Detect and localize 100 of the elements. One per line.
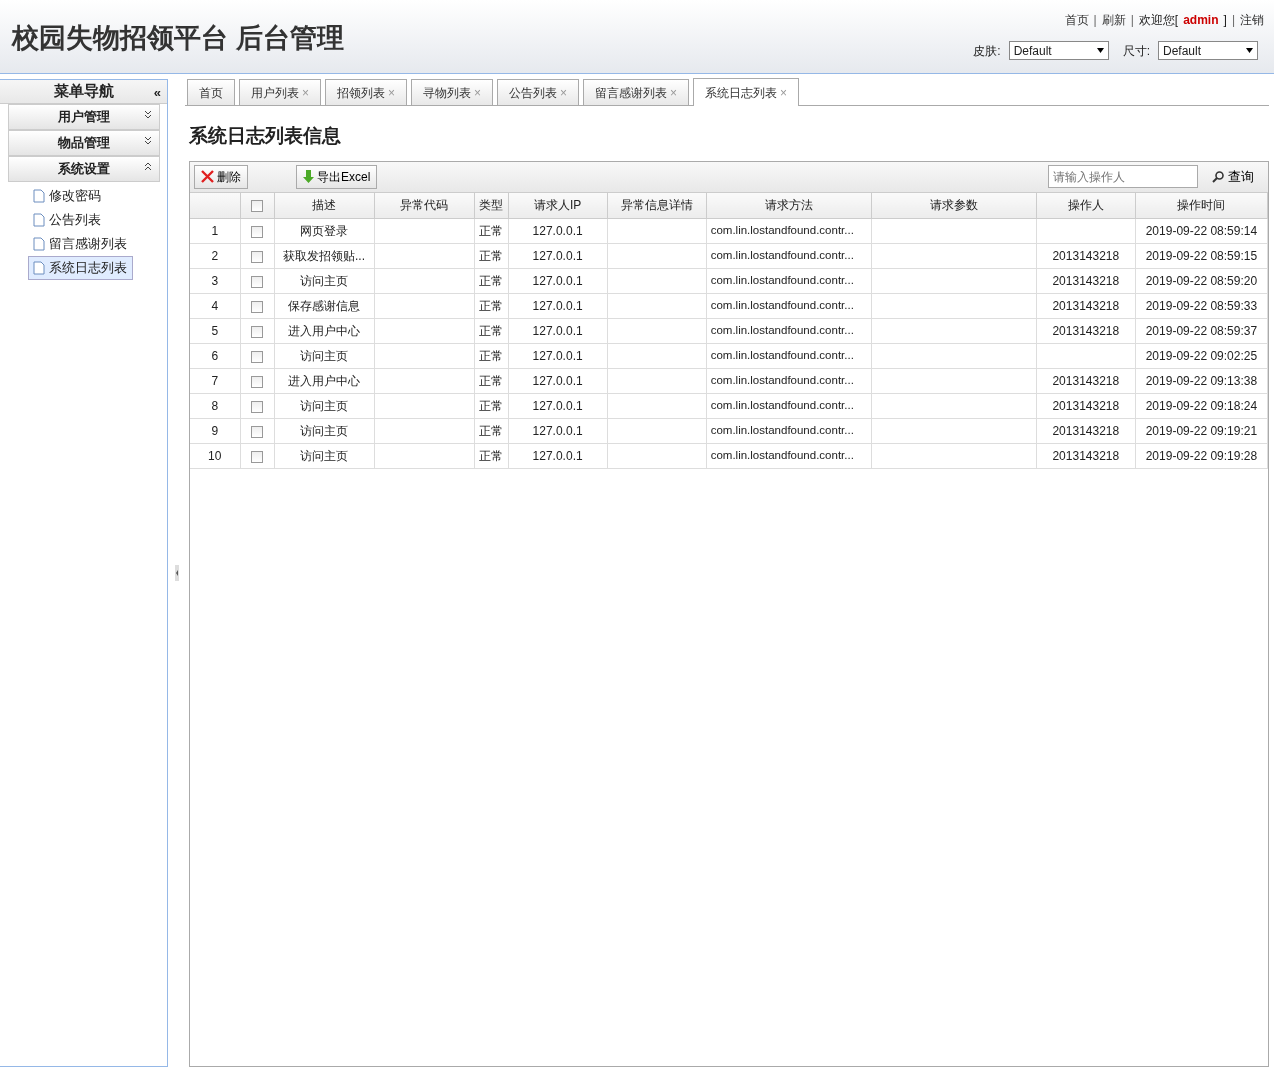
column-header[interactable]: 请求参数 — [871, 192, 1037, 219]
column-header[interactable]: 请求方法 — [706, 192, 872, 219]
table-cell: 2019-09-22 08:59:37 — [1135, 318, 1268, 344]
table-cell: 2019-09-22 09:19:28 — [1135, 443, 1268, 469]
table-cell: 正常 — [474, 218, 509, 244]
menu-group-header[interactable]: 物品管理 — [8, 130, 160, 156]
column-header[interactable]: 异常信息详情 — [607, 192, 707, 219]
tab[interactable]: 公告列表 × — [497, 79, 580, 105]
row-checkbox[interactable] — [251, 350, 263, 363]
separator-text: | — [1093, 12, 1097, 29]
table-cell: com.lin.lostandfound.contr... — [706, 318, 872, 344]
row-checkbox[interactable] — [251, 250, 263, 263]
header-link[interactable]: 首页 — [1064, 11, 1089, 29]
tab[interactable]: 系统日志列表 × — [693, 78, 800, 106]
tree-item[interactable]: 公告列表 — [28, 208, 107, 232]
table-cell: 正常 — [474, 293, 509, 319]
row-checkbox[interactable] — [251, 450, 263, 463]
table-cell: 2019-09-22 08:59:33 — [1135, 293, 1268, 319]
table-cell: 正常 — [474, 268, 509, 294]
table-cell: com.lin.lostandfound.contr... — [706, 368, 872, 394]
collapse-sidebar-button[interactable]: « — [153, 83, 161, 103]
dropdown-caret-icon — [1246, 48, 1253, 53]
chevron-down-icon — [144, 110, 152, 119]
header-link[interactable]: 注销 — [1240, 11, 1264, 29]
column-header[interactable]: 异常代码 — [374, 192, 475, 219]
table-cell: com.lin.lostandfound.contr... — [706, 218, 872, 244]
document-icon — [33, 213, 45, 227]
welcome-text: 欢迎您[ — [1138, 12, 1179, 29]
export-button[interactable]: 导出Excel — [296, 164, 378, 189]
table-cell: 2013143218 — [1036, 243, 1136, 269]
search-field[interactable]: 请输入操作人 — [1048, 165, 1198, 188]
table-cell: 2013143218 — [1036, 368, 1136, 394]
table-cell: 127.0.0.1 — [508, 443, 608, 469]
row-number: 4 — [190, 293, 240, 319]
username-text: admin — [1183, 12, 1219, 29]
table-cell: 2013143218 — [1036, 418, 1136, 444]
row-checkbox[interactable] — [251, 275, 263, 288]
search-button[interactable]: 查询 — [1198, 166, 1264, 187]
row-checkbox[interactable] — [251, 325, 263, 338]
row-number: 8 — [190, 393, 240, 419]
row-checkbox[interactable] — [251, 425, 263, 438]
table-cell: 访问主页 — [274, 268, 375, 294]
table-cell: 127.0.0.1 — [508, 218, 608, 244]
row-checkbox[interactable] — [251, 375, 263, 388]
table-cell: com.lin.lostandfound.contr... — [706, 268, 872, 294]
dropdown-caret-icon — [1096, 48, 1104, 53]
table-cell: 127.0.0.1 — [508, 243, 608, 269]
row-number: 1 — [190, 218, 240, 244]
row-number: 7 — [190, 368, 240, 394]
tab[interactable]: 招领列表 × — [325, 79, 408, 105]
separator-text: | — [1231, 12, 1235, 29]
delete-button[interactable]: 删除 — [194, 164, 248, 189]
document-icon — [33, 261, 45, 275]
select-all-checkbox[interactable] — [251, 200, 263, 213]
table-cell: com.lin.lostandfound.contr... — [706, 393, 872, 419]
column-header[interactable]: 操作人 — [1036, 192, 1136, 219]
document-icon — [33, 189, 45, 203]
table-cell: 2019-09-22 08:59:20 — [1135, 268, 1268, 294]
table-cell: 2019-09-22 09:19:21 — [1135, 418, 1268, 444]
row-checkbox[interactable] — [251, 400, 263, 413]
table-cell: 127.0.0.1 — [508, 368, 608, 394]
table-cell: 访问主页 — [274, 343, 375, 369]
row-checkbox[interactable] — [251, 225, 263, 238]
collapse-handle-icon[interactable] — [174, 565, 179, 581]
tab[interactable]: 寻物列表 × — [411, 79, 494, 105]
table-cell: 访问主页 — [274, 393, 375, 419]
table-cell: 2013143218 — [1036, 318, 1136, 344]
tab[interactable]: 留言感谢列表 × — [583, 79, 690, 105]
select-field[interactable]: Default — [1008, 41, 1109, 60]
close-icon — [201, 170, 214, 183]
table-cell: 127.0.0.1 — [508, 293, 608, 319]
column-header[interactable]: 请求人IP — [508, 192, 608, 219]
table-cell: 获取发招领贴... — [274, 243, 375, 269]
app-title: 校园失物招领平台 后台管理 — [12, 22, 344, 55]
table-cell: 2019-09-22 08:59:14 — [1135, 218, 1268, 244]
table-cell: 127.0.0.1 — [508, 393, 608, 419]
tree-item[interactable]: 系统日志列表 — [28, 256, 133, 280]
document-icon — [33, 237, 45, 251]
column-header[interactable]: 描述 — [274, 192, 375, 219]
tab[interactable]: 用户列表 × — [239, 79, 321, 105]
tree-item[interactable]: 留言感谢列表 — [28, 232, 133, 256]
table-cell: 进入用户中心 — [274, 368, 375, 394]
table-cell: 正常 — [474, 418, 509, 444]
menu-group-header[interactable]: 用户管理 — [8, 104, 160, 130]
table-cell: 正常 — [474, 393, 509, 419]
table-cell: 127.0.0.1 — [508, 268, 608, 294]
header-link[interactable]: 刷新 — [1101, 11, 1126, 29]
search-icon — [1212, 170, 1224, 183]
separator-text: | — [1130, 12, 1134, 29]
table-cell: 2013143218 — [1036, 393, 1136, 419]
table-cell: 2019-09-22 08:59:15 — [1135, 243, 1268, 269]
column-header[interactable]: 操作时间 — [1135, 192, 1268, 219]
menu-group-header[interactable]: 系统设置 — [8, 156, 160, 182]
chevron-down-icon — [144, 136, 152, 145]
table-cell: com.lin.lostandfound.contr... — [706, 293, 872, 319]
tree-item[interactable]: 修改密码 — [28, 184, 107, 208]
row-checkbox[interactable] — [251, 300, 263, 313]
select-field[interactable]: Default — [1158, 41, 1258, 60]
table-cell: 正常 — [474, 443, 509, 469]
tab[interactable]: 首页 — [187, 79, 235, 105]
